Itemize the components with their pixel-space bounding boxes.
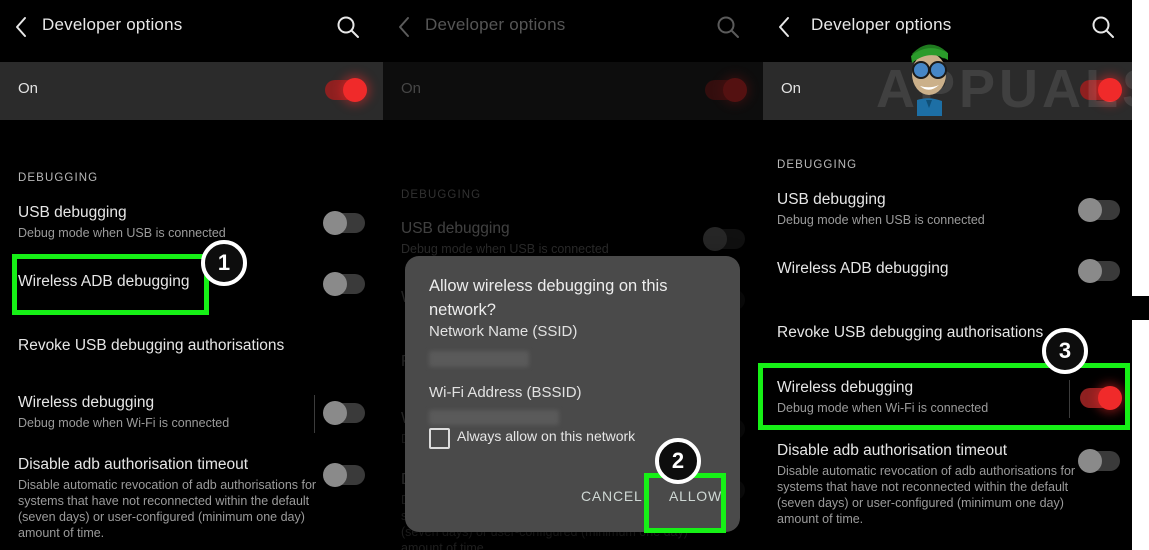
master-toggle-switch[interactable] [325, 78, 367, 102]
panel-edge-notch [1132, 296, 1149, 320]
row-wireless-adb-debugging[interactable]: Wireless ADB debugging [763, 259, 1132, 283]
row-wireless-debugging[interactable]: Wireless debugging Debug mode when Wi-Fi… [0, 393, 383, 437]
row-title: Wireless debugging [18, 394, 155, 411]
app-bar-3: Developer options [763, 0, 1132, 55]
master-toggle-label: On [781, 80, 802, 97]
row-subtitle: Debug mode when Wi-Fi is connected [18, 416, 230, 430]
row-subtitle: Disable automatic revocation of adb auth… [18, 478, 317, 540]
usb-debugging-toggle[interactable] [1078, 198, 1120, 222]
page-title: Developer options [42, 15, 183, 34]
row-title: Wireless ADB debugging [777, 260, 949, 277]
disable-adb-timeout-toggle[interactable] [1078, 449, 1120, 473]
search-icon[interactable] [1090, 14, 1116, 40]
highlight-box-step-1 [12, 254, 209, 315]
row-revoke-usb-authorisations[interactable]: Revoke USB debugging authorisations [0, 336, 383, 360]
section-header-debugging: DEBUGGING [18, 172, 99, 184]
section-header-debugging: DEBUGGING [777, 159, 858, 171]
always-allow-label: Always allow on this network [457, 428, 636, 444]
row-subtitle: Disable automatic revocation of adb auth… [777, 464, 1076, 526]
row-title: USB debugging [18, 204, 127, 221]
chevron-left-icon[interactable] [14, 15, 28, 39]
step-marker-1: 1 [201, 240, 247, 286]
page-title: Developer options [811, 15, 952, 34]
redacted-bssid-value [429, 410, 559, 425]
row-subtitle: Debug mode when USB is connected [777, 213, 985, 227]
master-toggle-label: On [18, 80, 39, 97]
row-title: USB debugging [777, 191, 886, 208]
redacted-ssid-value [429, 351, 529, 367]
row-title: Disable adb authorisation timeout [777, 442, 1008, 459]
chevron-left-icon[interactable] [777, 15, 791, 39]
dialog-bssid-label: Wi-Fi Address (BSSID) [429, 384, 582, 401]
wireless-adb-debugging-toggle[interactable] [1078, 259, 1120, 283]
master-toggle-switch[interactable] [1080, 78, 1122, 102]
row-title: Revoke USB debugging authorisations [18, 337, 285, 354]
app-bar-1: Developer options [0, 0, 383, 55]
row-usb-debugging[interactable]: USB debugging Debug mode when USB is con… [0, 203, 383, 247]
row-title: Disable adb authorisation timeout [18, 456, 249, 473]
search-icon[interactable] [335, 14, 361, 40]
dialog-ssid-label: Network Name (SSID) [429, 323, 578, 340]
row-title: Revoke USB debugging authorisations [777, 324, 1044, 341]
developer-options-master-row[interactable]: On [763, 62, 1132, 120]
row-usb-debugging[interactable]: USB debugging Debug mode when USB is con… [763, 190, 1132, 234]
row-disable-adb-timeout[interactable]: Disable adb authorisation timeout Disabl… [763, 441, 1132, 533]
disable-adb-timeout-toggle[interactable] [323, 463, 365, 487]
screenshot-stage: Developer options On DEBUGGING USB debug… [0, 0, 1149, 550]
wireless-debugging-toggle[interactable] [323, 401, 365, 425]
dialog-title: Allow wireless debugging on this network… [429, 277, 668, 319]
checkbox-icon[interactable] [429, 428, 450, 449]
row-subtitle: Debug mode when USB is connected [18, 226, 226, 240]
row-disable-adb-timeout[interactable]: Disable adb authorisation timeout Disabl… [0, 455, 383, 547]
step-marker-3: 3 [1042, 328, 1088, 374]
highlight-box-step-3 [758, 363, 1130, 430]
step-marker-2: 2 [655, 438, 701, 484]
wireless-adb-debugging-toggle[interactable] [323, 272, 365, 296]
phone-panel-2: Developer options On DEBUGGING USB debug… [383, 0, 763, 550]
developer-options-master-row[interactable]: On [0, 62, 383, 120]
phone-panel-3: Developer options On DEBUGGING USB debug… [763, 0, 1132, 550]
usb-debugging-toggle[interactable] [323, 211, 365, 235]
cancel-button[interactable]: CANCEL [581, 488, 643, 504]
